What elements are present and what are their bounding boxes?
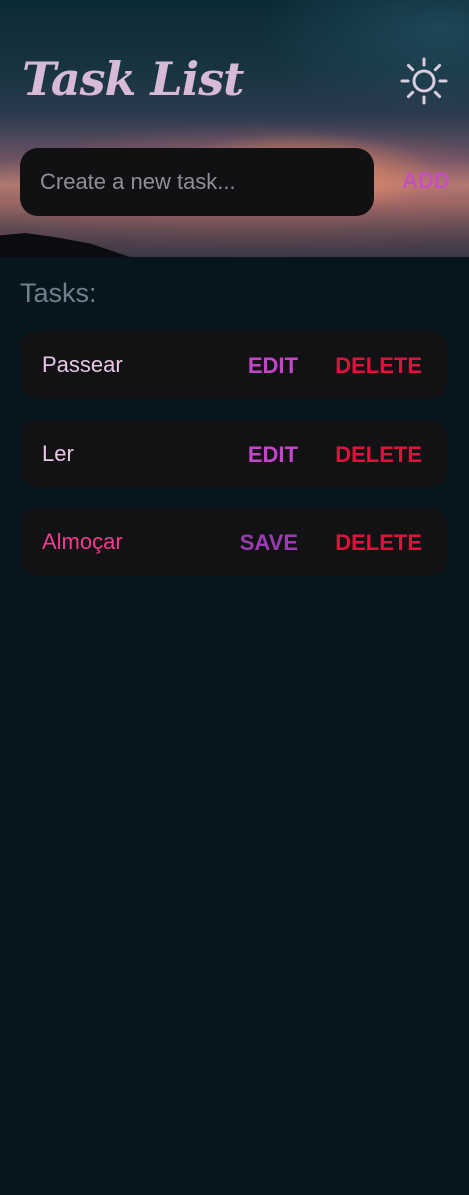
new-task-field [20,148,374,216]
task-item-editing: Almoçar SAVE DELETE [20,508,448,576]
header-banner: Task List ADD [0,0,469,257]
task-item: Passear EDIT DELETE [20,331,448,399]
edit-task-button[interactable]: EDIT [248,442,298,468]
delete-task-button[interactable]: DELETE [335,530,422,556]
delete-task-button[interactable]: DELETE [335,353,422,379]
save-task-button[interactable]: SAVE [240,530,298,556]
delete-task-button[interactable]: DELETE [335,442,422,468]
sun-icon [400,57,448,105]
task-item: Ler EDIT DELETE [20,420,448,488]
add-task-button[interactable]: ADD [402,168,450,194]
edit-task-button[interactable]: EDIT [248,353,298,379]
app-title: Task List [22,52,244,106]
task-name: Ler [42,441,74,466]
task-name-input[interactable]: Almoçar [42,529,123,555]
new-task-input[interactable] [20,148,374,216]
tasks-heading: Tasks: [20,278,97,308]
task-name: Passear [42,352,123,377]
theme-toggle-button[interactable] [400,57,448,105]
